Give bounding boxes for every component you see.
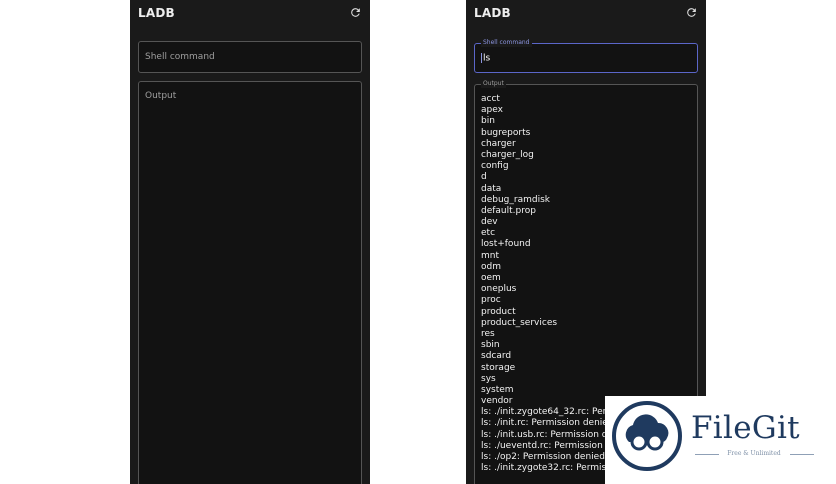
app-title: LADB [474,6,511,20]
shell-command-input[interactable]: Shell command ls [474,38,698,73]
refresh-icon[interactable] [349,6,362,19]
phone-screen-empty: LADB Shell command Output [130,0,370,484]
shell-command-label: Shell command [481,38,532,47]
output-line: proc [481,295,501,306]
watermark-name: FileGit [691,410,800,446]
app-bar: LADB [130,0,370,30]
output-area[interactable]: Output [138,81,362,484]
output-line: charger [481,138,516,149]
refresh-icon[interactable] [685,6,698,19]
output-line: d [481,172,487,183]
output-label: Output [481,79,506,88]
output-line: product_services [481,317,558,328]
filegit-watermark: FileGit Free & Unlimited [605,396,825,484]
output-line: debug_ramdisk [481,194,550,205]
output-line: charger_log [481,149,534,160]
watermark-divider [790,454,814,455]
output-line: odm [481,261,501,272]
output-line: mnt [481,250,499,261]
output-line: sbin [481,340,500,351]
output-line: bin [481,116,495,127]
app-bar: LADB [466,0,706,30]
output-line: sdcard [481,351,512,362]
output-line: storage [481,362,516,373]
output-line: apex [481,105,503,116]
output-line: system [481,384,514,395]
output-line: config [481,161,509,172]
output-line: default.prop [481,205,536,216]
shell-command-placeholder: Shell command [145,52,215,62]
text-caret [481,53,482,63]
output-line: product [481,306,516,317]
output-line: bugreports [481,127,531,138]
output-line: dev [481,217,498,228]
output-line: data [481,183,502,194]
output-line: res [481,328,495,339]
app-title: LADB [138,6,175,20]
output-line: oneplus [481,284,517,295]
filegit-logo-icon [612,401,682,471]
output-line: lost+found [481,239,531,250]
shell-command-input[interactable]: Shell command [138,41,362,73]
output-line: etc [481,228,496,239]
output-line: oem [481,273,501,283]
screenshot-stage: LADB Shell command Output LADB Shell com… [0,0,836,484]
shell-command-text: ls [483,53,491,64]
output-placeholder: Output [145,91,177,101]
output-line: acct [481,94,500,104]
shell-command-value: ls [481,53,490,64]
output-line: sys [481,373,496,384]
